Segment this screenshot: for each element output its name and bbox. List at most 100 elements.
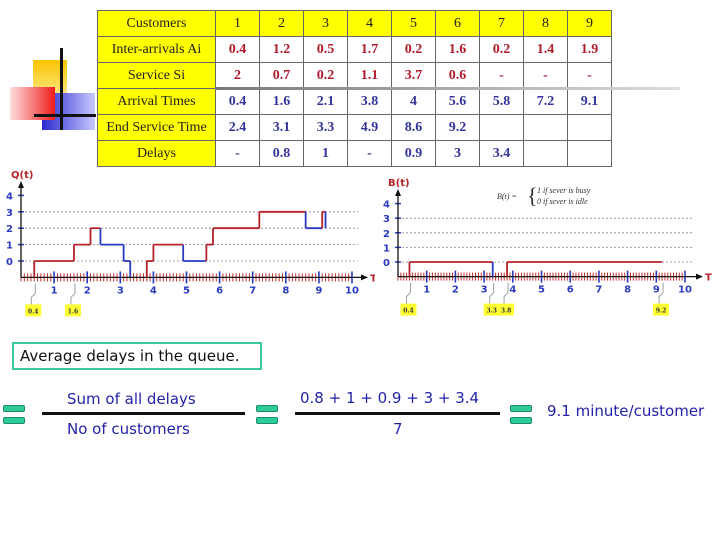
- x-tick-label: 3: [117, 285, 124, 296]
- table-cell: 0.4: [215, 36, 260, 63]
- y-tick-label: 4: [6, 191, 13, 202]
- column-header: 5: [391, 10, 436, 37]
- table-cell: 1.7: [347, 36, 392, 63]
- y-axis-arrow: [395, 189, 401, 196]
- y-axis-arrow: [18, 181, 24, 188]
- y-tick-label: 2: [6, 224, 13, 235]
- event-arrow: [70, 283, 76, 305]
- event-arrow: [30, 283, 36, 305]
- event-marker-label: 1.6: [68, 308, 78, 315]
- equals-icon: [510, 405, 532, 429]
- table-cell: 5.6: [435, 88, 480, 115]
- table-cell: 3.3: [303, 114, 348, 141]
- row-label: Service Si: [97, 62, 216, 89]
- table-cell: [523, 140, 568, 167]
- event-marker-label: 9.2: [656, 308, 666, 315]
- column-header: 9: [567, 10, 612, 37]
- column-header: 6: [435, 10, 480, 37]
- table-cell: 0.7: [259, 62, 304, 89]
- x-tick-label: 8: [624, 285, 631, 296]
- x-tick-label: 10: [678, 285, 692, 296]
- column-header: Customers: [97, 10, 216, 37]
- table-cell: 3.8: [347, 88, 392, 115]
- x-tick-label: 2: [452, 285, 459, 296]
- row-label: Inter-arrivals Ai: [97, 36, 216, 63]
- column-header: 2: [259, 10, 304, 37]
- table-cell: 5.8: [479, 88, 524, 115]
- table-cell: 1.6: [435, 36, 480, 63]
- y-tick-label: 3: [383, 214, 390, 225]
- x-axis-arrow: [696, 273, 703, 280]
- table-cell: 0.9: [391, 140, 436, 167]
- x-tick-label: 1: [51, 285, 58, 296]
- x-tick-label: 5: [538, 285, 545, 296]
- x-tick-label: 5: [183, 285, 190, 296]
- table-cell: 0.2: [303, 62, 348, 89]
- column-header: 7: [479, 10, 524, 37]
- fraction-bar: [42, 412, 245, 415]
- x-tick-label: 1: [423, 285, 430, 296]
- table-cell: [567, 140, 612, 167]
- brace: {: [527, 183, 538, 208]
- table-row: Arrival Times 0.4 1.6 2.1 3.8 4 5.6 5.8 7.2 9.1: [97, 88, 612, 115]
- table-cell: -: [567, 62, 612, 89]
- table-cell: 0.2: [391, 36, 436, 63]
- equals-icon: [3, 405, 25, 429]
- x-tick-label: 7: [249, 285, 256, 296]
- x-axis-label: T: [705, 273, 712, 284]
- y-tick-label: 3: [6, 208, 13, 219]
- x-tick-label: 9: [315, 285, 322, 296]
- x-tick-label: 4: [150, 285, 157, 296]
- x-tick-label: 7: [595, 285, 602, 296]
- x-tick-label: 10: [345, 285, 359, 296]
- table-header-row: Customers 1 2 3 4 5 6 7 8 9: [97, 10, 612, 37]
- table-row: Service Si 2 0.7 0.2 1.1 3.7 0.6- - -: [97, 62, 612, 89]
- y-tick-label: 2: [383, 229, 390, 240]
- table-cell: -: [479, 62, 524, 89]
- row-label: Arrival Times: [97, 88, 216, 115]
- table-cell: [567, 114, 612, 141]
- event-arrow: [406, 282, 411, 304]
- horizontal-line: [34, 114, 96, 117]
- table-cell: 1.9: [567, 36, 612, 63]
- y-tick-label: 0: [6, 257, 13, 268]
- table-shadow: [215, 87, 680, 90]
- table-cell: 4: [391, 88, 436, 115]
- x-tick-label: 2: [84, 285, 91, 296]
- table-cell: 1.2: [259, 36, 304, 63]
- x-axis-arrow: [361, 274, 368, 281]
- y-axis-label: B(t): [388, 178, 410, 189]
- table-row: Inter-arrivals Ai 0.4 1.2 0.5 1.7 0.2 1.6 0.2 1.…: [97, 36, 612, 63]
- table-cell: 9.1: [567, 88, 612, 115]
- fraction-bar: [295, 412, 500, 415]
- x-axis-label: T: [370, 273, 375, 284]
- table-cell: 0.6: [435, 62, 480, 89]
- event-marker-label: 3.3: [486, 308, 496, 315]
- vertical-line: [60, 48, 63, 130]
- table-row: End Service Time 2.4 3.1 3.3 4.9 8.6 9.2: [97, 114, 612, 141]
- average-delay-label: Average delays in the queue.: [12, 342, 262, 370]
- table-cell: 3.7: [391, 62, 436, 89]
- table-cell: 3: [435, 140, 480, 167]
- table-cell: -: [523, 62, 568, 89]
- row-label: End Service Time: [97, 114, 216, 141]
- x-tick-label: 4: [509, 285, 516, 296]
- table-cell: 7.2: [523, 88, 568, 115]
- x-tick-label: 3: [481, 285, 488, 296]
- table-cell: 4.9: [347, 114, 392, 141]
- table-cell: 1.1: [347, 62, 392, 89]
- numerator-values: 0.8 + 1 + 0.9 + 3 + 3.4: [300, 389, 480, 407]
- y-tick-label: 1: [6, 241, 13, 252]
- table-cell: 0.4: [215, 88, 260, 115]
- table-cell: 3.1: [259, 114, 304, 141]
- column-header: 1: [215, 10, 260, 37]
- table-cell: 1.4: [523, 36, 568, 63]
- event-arrow: [503, 282, 509, 304]
- column-header: 3: [303, 10, 348, 37]
- table-cell: 2.1: [303, 88, 348, 115]
- table-cell: 0.5: [303, 36, 348, 63]
- table-cell: 2.4: [215, 114, 260, 141]
- y-axis-label: Q(t): [11, 170, 33, 181]
- x-tick-label: 6: [567, 285, 574, 296]
- y-tick-label: 4: [383, 200, 390, 211]
